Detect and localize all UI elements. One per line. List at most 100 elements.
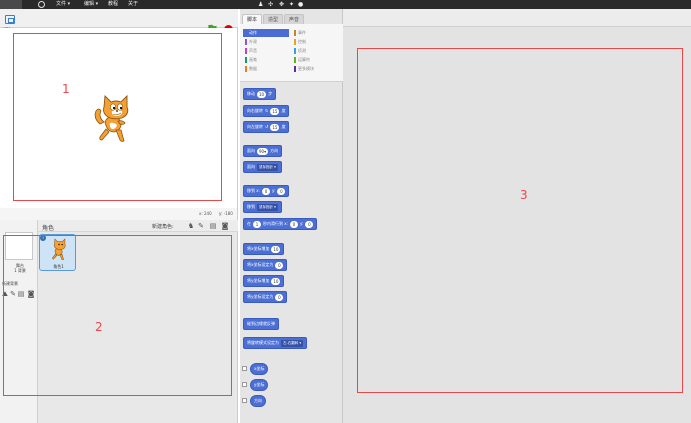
category-more-blocks-swatch xyxy=(294,66,296,72)
category-control-swatch xyxy=(294,39,296,45)
block-set-rotation-style[interactable]: 将旋转模式设定为 左-右翻转 ▾ xyxy=(243,337,308,349)
reporter-direction-label: 方向 xyxy=(254,398,262,403)
paint-sprite-icon[interactable]: ✎ xyxy=(197,222,205,230)
block-go-to-dropdown[interactable]: 鼠标指针 ▾ xyxy=(257,203,278,211)
block-turn-left[interactable]: 向左旋转 ↺ 15 度 xyxy=(243,121,290,133)
block-set-rotation-style-label: 将旋转模式设定为 xyxy=(247,340,279,345)
sprite-library-icon[interactable]: ♞ xyxy=(187,222,195,230)
x-position-checkbox[interactable] xyxy=(242,366,247,371)
help-icon[interactable]: ● xyxy=(298,0,303,9)
block-point-in-direction-unit: 方向 xyxy=(270,148,279,153)
category-sensing-swatch xyxy=(294,48,296,54)
block-set-x-label: 将x坐标设定为 xyxy=(247,262,274,267)
block-glide-y-label: y: xyxy=(300,221,304,226)
reporter-direction[interactable]: 方向 xyxy=(250,395,266,407)
block-change-x[interactable]: 将x坐标增加 10 xyxy=(243,243,285,255)
block-turn-left-input[interactable]: 15 xyxy=(270,123,280,131)
block-go-to-xy-x-input[interactable]: 0 xyxy=(262,187,270,195)
block-set-x[interactable]: 将x坐标设定为 0 xyxy=(243,259,288,271)
block-turn-right-input[interactable]: 15 xyxy=(270,107,280,115)
annotation-label-1: 1 xyxy=(62,82,70,96)
presentation-mode-button[interactable] xyxy=(5,15,15,24)
block-turn-left-label: 向左旋转 xyxy=(247,124,263,129)
new-sprite-label: 新建角色: xyxy=(152,224,174,230)
rotate-counterclockwise-icon: ↺ xyxy=(265,124,269,129)
rotate-clockwise-icon: ↻ xyxy=(265,108,269,113)
language-globe-icon[interactable] xyxy=(38,1,45,8)
block-set-y[interactable]: 将y坐标设定为 0 xyxy=(243,291,288,303)
block-glide-secs-input[interactable]: 1 xyxy=(253,220,261,228)
category-more-blocks-label: 更多模块 xyxy=(298,66,314,71)
menu-file[interactable]: 文件 ▾ xyxy=(56,1,70,8)
editor-tabs: 脚本 造型 声音 xyxy=(240,12,343,25)
stage-header: v461 xyxy=(0,9,238,34)
block-change-y[interactable]: 将y坐标增加 10 xyxy=(243,275,285,287)
grow-icon[interactable]: ✥ xyxy=(279,0,284,9)
sprite-pane-header: 角色 新建角色: ♞ ✎ ▤ ◙ xyxy=(38,220,238,232)
category-sound-swatch xyxy=(245,48,247,54)
menu-edit[interactable]: 编辑 ▾ xyxy=(84,1,98,8)
menu-about[interactable]: 关于 xyxy=(128,1,138,8)
block-point-towards[interactable]: 面向 鼠标指针 ▾ xyxy=(243,161,282,173)
block-go-to-xy-y-input[interactable]: 0 xyxy=(277,187,286,195)
category-operators[interactable]: 运算符 xyxy=(292,56,338,64)
category-control[interactable]: 控制 xyxy=(292,38,338,46)
y-position-checkbox[interactable] xyxy=(242,382,247,387)
category-pen[interactable]: 画笔 xyxy=(243,56,289,64)
block-glide-y-input[interactable]: 0 xyxy=(305,220,314,228)
category-events[interactable]: 事件 xyxy=(292,29,338,37)
block-set-rotation-style-dropdown[interactable]: 左-右翻转 ▾ xyxy=(281,339,304,347)
reporter-y-position-label: y坐标 xyxy=(254,382,265,387)
block-change-x-input[interactable]: 10 xyxy=(271,245,281,253)
annotation-label-3: 3 xyxy=(520,188,528,202)
block-list: 移动 10 步 向右旋转 ↻ 15 度 向左旋转 ↺ 15 度 面向 90▾ 方… xyxy=(240,83,343,423)
camera-sprite-icon[interactable]: ◙ xyxy=(221,222,229,230)
block-go-to[interactable]: 移到 鼠标指针 ▾ xyxy=(243,201,282,213)
annotation-box-scripts xyxy=(357,48,683,393)
block-point-in-direction-input[interactable]: 90▾ xyxy=(257,147,269,155)
block-set-x-input[interactable]: 0 xyxy=(275,261,284,269)
block-move-steps-input[interactable]: 10 xyxy=(257,90,267,98)
category-sound[interactable]: 声音 xyxy=(243,47,289,55)
shrink-icon[interactable]: ✦ xyxy=(289,0,294,9)
block-glide-x-input[interactable]: 0 xyxy=(290,220,298,228)
cut-icon[interactable]: ✣ xyxy=(268,0,273,9)
duplicate-icon[interactable]: ♟ xyxy=(258,0,263,9)
block-bounce-on-edge-label: 碰到边缘就反弹 xyxy=(247,321,275,326)
category-more-blocks[interactable]: 更多模块 xyxy=(292,65,338,73)
block-bounce-on-edge[interactable]: 碰到边缘就反弹 xyxy=(243,318,279,330)
block-turn-right[interactable]: 向右旋转 ↻ 15 度 xyxy=(243,105,290,117)
block-set-y-input[interactable]: 0 xyxy=(275,293,284,301)
block-point-towards-dropdown[interactable]: 鼠标指针 ▾ xyxy=(257,163,278,171)
category-motion[interactable]: 动作 xyxy=(243,29,289,37)
top-menu-bar: 文件 ▾ 编辑 ▾ 教程 关于 ♟ ✣ ✥ ✦ ● xyxy=(0,0,691,9)
block-move-steps-unit: 步 xyxy=(268,91,273,96)
reporter-x-position-label: x坐标 xyxy=(254,366,265,371)
block-change-y-input[interactable]: 10 xyxy=(271,277,281,285)
category-control-label: 控制 xyxy=(298,39,306,44)
category-sound-label: 声音 xyxy=(249,48,257,53)
category-data[interactable]: 数据 xyxy=(243,65,289,73)
reporter-y-position[interactable]: y坐标 xyxy=(250,379,269,391)
menu-tips[interactable]: 教程 xyxy=(108,1,118,8)
category-looks[interactable]: 外观 xyxy=(243,38,289,46)
block-glide-x-label: 秒内滑行到 x: xyxy=(263,221,288,226)
block-change-y-label: 将y坐标增加 xyxy=(247,278,270,283)
block-point-in-direction[interactable]: 面向 90▾ 方向 xyxy=(243,145,283,157)
upload-sprite-icon[interactable]: ▤ xyxy=(209,222,217,230)
block-go-to-xy-y-label: y: xyxy=(272,188,276,193)
direction-checkbox[interactable] xyxy=(242,398,247,403)
block-change-x-label: 将x坐标增加 xyxy=(247,246,270,251)
block-glide[interactable]: 在 1 秒内滑行到 x: 0 y: 0 xyxy=(243,218,318,230)
block-point-towards-label: 面向 xyxy=(247,164,255,169)
annotation-box-stage xyxy=(13,33,222,201)
reporter-x-position[interactable]: x坐标 xyxy=(250,363,269,375)
block-go-to-xy[interactable]: 移到 x: 0 y: 0 xyxy=(243,185,290,197)
category-pen-swatch xyxy=(245,57,247,63)
category-sensing[interactable]: 侦测 xyxy=(292,47,338,55)
category-operators-label: 运算符 xyxy=(298,57,310,62)
mouse-x-readout: x: 240 xyxy=(199,211,212,216)
block-move-steps[interactable]: 移动 10 步 xyxy=(243,88,277,100)
block-set-y-label: 将y坐标设定为 xyxy=(247,294,274,299)
category-looks-label: 外观 xyxy=(249,39,257,44)
